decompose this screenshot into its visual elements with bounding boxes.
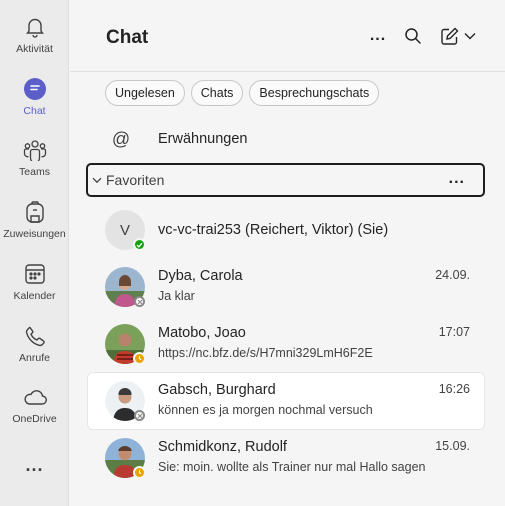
search-button[interactable] [402, 25, 424, 47]
rail-item-calendar[interactable]: Kalender [0, 251, 69, 307]
chat-preview: https://nc.bfz.de/s/H7mni329LmH6F2E [158, 346, 373, 360]
filter-meeting-chats[interactable]: Besprechungschats [249, 80, 380, 106]
chat-time: 17:07 [438, 325, 470, 339]
more-options-button[interactable]: ... [367, 25, 389, 47]
chat-row[interactable]: Dyba, Carola 24.09. Ja klar [88, 259, 484, 315]
chat-icon [22, 76, 48, 102]
chat-time: 15.09. [435, 439, 470, 453]
chat-row[interactable]: Schmidkonz, Rudolf 15.09. Sie: moin. wol… [88, 430, 484, 486]
status-offline-icon [134, 296, 145, 307]
rail-item-assignments[interactable]: Zuweisungen [0, 189, 69, 245]
chat-preview: Ja klar [158, 289, 195, 303]
chevron-down-icon [92, 177, 104, 184]
rail-item-label: OneDrive [12, 413, 57, 425]
rail-item-label: Anrufe [19, 352, 50, 364]
favorites-more-button[interactable]: ... [449, 170, 465, 188]
status-away-icon [133, 352, 146, 365]
new-chat-button[interactable] [438, 25, 478, 47]
search-icon [405, 28, 421, 44]
compose-icon [441, 27, 459, 45]
more-apps-button[interactable]: ... [0, 452, 69, 478]
rail-item-label: Teams [19, 166, 50, 178]
chat-header: Chat ... [70, 0, 505, 72]
rail-item-calls[interactable]: Anrufe [0, 313, 69, 369]
mentions-item[interactable]: @ Erwähnungen [106, 126, 466, 152]
rail-item-onedrive[interactable]: OneDrive [0, 374, 69, 430]
chat-preview: können es ja morgen nochmal versuch [158, 403, 373, 417]
favorites-label: Favoriten [106, 172, 165, 188]
chat-name: vc-vc-trai253 (Reichert, Viktor) (Sie) [158, 222, 389, 238]
mentions-label: Erwähnungen [158, 131, 248, 147]
bell-icon [22, 14, 48, 40]
rail-item-label: Chat [23, 105, 46, 117]
chat-row[interactable]: Matobo, Joao 17:07 https://nc.bfz.de/s/H… [88, 316, 484, 372]
page-title: Chat [106, 27, 149, 48]
phone-icon [22, 323, 48, 349]
rail-item-activity[interactable]: Aktivität [0, 4, 69, 60]
chat-name: Matobo, Joao [158, 325, 246, 341]
rail-item-label: Aktivität [16, 43, 53, 55]
rail-item-label: Zuweisungen [3, 228, 66, 240]
app-rail: Aktivität Chat Teams Zuweisungen Kalende… [0, 0, 69, 506]
chat-name: Gabsch, Burghard [158, 382, 276, 398]
chat-preview: Sie: moin. wollte als Trainer nur mal Ha… [158, 460, 426, 474]
at-sign-icon: @ [111, 128, 131, 149]
status-away-icon [133, 466, 146, 479]
filter-unread[interactable]: Ungelesen [105, 80, 185, 106]
rail-item-teams[interactable]: Teams [0, 127, 69, 183]
status-offline-icon [134, 410, 145, 421]
rail-item-label: Kalender [13, 290, 56, 302]
chat-time: 16:26 [438, 382, 470, 396]
chat-filters: Ungelesen Chats Besprechungschats [105, 80, 380, 106]
favorites-section-header[interactable]: Favoriten ... [86, 163, 485, 197]
chat-name: Dyba, Carola [158, 268, 243, 284]
rail-item-chat[interactable]: Chat [0, 66, 69, 122]
more-horizontal-icon: ... [25, 454, 44, 475]
calendar-icon [22, 261, 48, 287]
backpack-icon [22, 199, 48, 225]
chat-row-selected[interactable]: Gabsch, Burghard 16:26 können es ja morg… [88, 373, 484, 429]
chevron-down-icon [464, 33, 476, 40]
more-horizontal-icon: ... [369, 27, 387, 44]
chat-name: Schmidkonz, Rudolf [158, 439, 287, 455]
chat-row-self[interactable]: V vc-vc-trai253 (Reichert, Viktor) (Sie) [88, 202, 484, 258]
chat-list-pane: Chat ... Ungelesen Chats Besprechungscha… [70, 0, 505, 506]
cloud-icon [22, 384, 48, 410]
status-available-icon [133, 238, 146, 251]
teams-icon [22, 137, 48, 163]
chat-time: 24.09. [435, 268, 470, 282]
filter-chats[interactable]: Chats [190, 80, 244, 106]
